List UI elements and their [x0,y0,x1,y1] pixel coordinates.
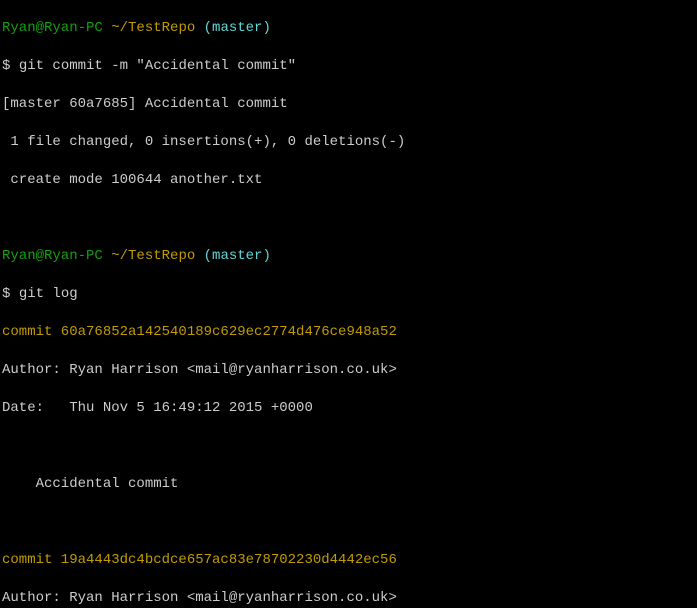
blank-line [2,513,695,532]
commit-hash: commit 60a76852a142540189c629ec2774d476c… [2,323,695,342]
output-line: create mode 100644 another.txt [2,171,695,190]
command-line: $ git commit -m "Accidental commit" [2,57,695,76]
commit-author: Author: Ryan Harrison <mail@ryanharrison… [2,589,695,608]
prompt-line: Ryan@Ryan-PC ~/TestRepo (master) [2,247,695,266]
user-host: Ryan@Ryan-PC [2,20,103,36]
path: ~/TestRepo [103,20,195,36]
commit-hash: commit 19a4443dc4bcdce657ac83e78702230d4… [2,551,695,570]
command-line: $ git log [2,285,695,304]
commit-author: Author: Ryan Harrison <mail@ryanharrison… [2,361,695,380]
branch: (master) [195,20,271,36]
prompt-symbol: $ [2,58,19,74]
command-text: git log [19,286,78,302]
blank-line [2,209,695,228]
prompt-line: Ryan@Ryan-PC ~/TestRepo (master) [2,19,695,38]
prompt-symbol: $ [2,286,19,302]
path: ~/TestRepo [103,248,195,264]
terminal-output[interactable]: Ryan@Ryan-PC ~/TestRepo (master) $ git c… [0,0,697,608]
blank-line [2,437,695,456]
output-line: [master 60a7685] Accidental commit [2,95,695,114]
command-text: git commit -m "Accidental commit" [19,58,296,74]
output-line: 1 file changed, 0 insertions(+), 0 delet… [2,133,695,152]
user-host: Ryan@Ryan-PC [2,248,103,264]
branch: (master) [195,248,271,264]
commit-message: Accidental commit [2,475,695,494]
commit-date: Date: Thu Nov 5 16:49:12 2015 +0000 [2,399,695,418]
